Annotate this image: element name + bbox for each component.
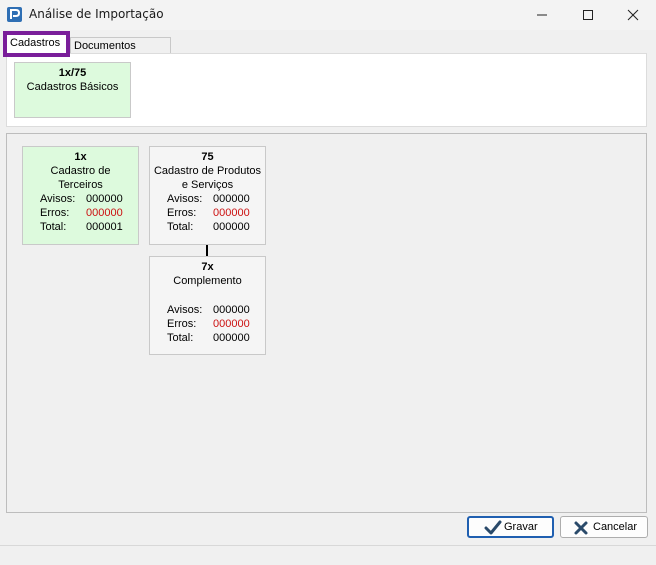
gravar-label: Gravar [504, 521, 538, 533]
stat-total: Total: 000000 [150, 220, 265, 234]
close-icon [627, 9, 639, 21]
window-title: Análise de Importação [29, 7, 164, 21]
stat-value: 000000 [213, 332, 250, 344]
stat-label: Total: [40, 221, 67, 233]
minimize-button[interactable] [519, 0, 565, 30]
node-count: 7x [201, 261, 214, 273]
stat-label: Avisos: [40, 193, 76, 205]
tree-connector [206, 245, 208, 256]
stat-avisos: Avisos: 000000 [23, 192, 138, 206]
stat-label: Avisos: [167, 193, 203, 205]
cancelar-button[interactable]: Cancelar [560, 516, 648, 538]
cadastros-basicos-box[interactable]: 1x/75 Cadastros Básicos [14, 62, 131, 118]
import-tree-panel: 1x Cadastro de Terceiros Avisos: 000000 … [6, 133, 647, 513]
stat-label: Erros: [40, 207, 70, 219]
minimize-icon [537, 14, 547, 16]
tab-cadastros[interactable]: Cadastros [3, 31, 70, 57]
stat-erros: Erros: 000000 [150, 317, 265, 331]
maximize-button[interactable] [565, 0, 611, 30]
stat-value: 000000 [213, 304, 250, 316]
node-label: Complemento [173, 275, 242, 287]
x-icon [574, 521, 588, 535]
node-label: Cadastro de Produtos [153, 165, 261, 177]
stat-label: Erros: [167, 318, 197, 330]
node-label: Terceiros [58, 179, 103, 191]
node-cadastro-terceiros[interactable]: 1x Cadastro de Terceiros Avisos: 000000 … [22, 146, 139, 245]
stat-value: 000000 [213, 318, 250, 330]
node-complemento[interactable]: 7x Complemento Avisos: 000000 Erros: 000… [149, 256, 266, 355]
tab-cadastros-label: Cadastros [10, 37, 61, 49]
stat-label: Avisos: [167, 304, 203, 316]
summary-label: Cadastros Básicos [26, 81, 119, 93]
stat-label: Total: [167, 332, 194, 344]
close-button[interactable] [610, 0, 656, 30]
stat-value: 000001 [86, 221, 123, 233]
node-count: 1x [74, 151, 87, 163]
stat-avisos: Avisos: 000000 [150, 192, 265, 206]
stat-value: 000000 [86, 193, 123, 205]
node-cadastro-produtos[interactable]: 75 Cadastro de Produtos e Serviços Aviso… [149, 146, 266, 245]
status-separator [0, 545, 656, 546]
stat-erros: Erros: 000000 [23, 206, 138, 220]
node-label: e Serviços [181, 179, 234, 191]
stat-erros: Erros: 000000 [150, 206, 265, 220]
app-p-icon [7, 7, 22, 22]
summary-count: 1x/75 [58, 67, 87, 79]
stat-avisos: Avisos: 000000 [150, 303, 265, 317]
stat-value: 000000 [213, 193, 250, 205]
stat-value: 000000 [86, 207, 123, 219]
stat-label: Total: [167, 221, 194, 233]
summary-panel: 1x/75 Cadastros Básicos [6, 53, 647, 127]
stat-total: Total: 000001 [23, 220, 138, 234]
stat-value: 000000 [213, 207, 250, 219]
cancelar-label: Cancelar [593, 521, 638, 533]
node-label: Cadastro de [50, 165, 111, 177]
stat-value: 000000 [213, 221, 250, 233]
stat-total: Total: 000000 [150, 331, 265, 345]
stat-label: Erros: [167, 207, 197, 219]
maximize-icon [583, 10, 593, 20]
gravar-button[interactable]: Gravar [467, 516, 554, 538]
title-bar: Análise de Importação [0, 0, 656, 30]
check-icon [484, 520, 502, 535]
node-count: 75 [201, 151, 214, 163]
